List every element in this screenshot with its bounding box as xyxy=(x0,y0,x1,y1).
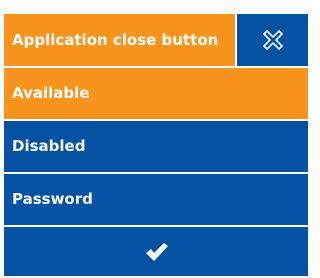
checkmark-icon xyxy=(143,241,169,263)
close-button[interactable] xyxy=(237,14,308,66)
option-label: Disabled xyxy=(12,137,86,155)
option-label: Password xyxy=(12,190,93,208)
header-bar: Application close button xyxy=(4,14,308,66)
close-icon xyxy=(261,28,285,52)
option-disabled[interactable]: Disabled xyxy=(4,121,308,172)
option-password[interactable]: Password xyxy=(4,174,308,225)
settings-panel: Application close button Available Disab… xyxy=(4,14,308,276)
option-label: Available xyxy=(12,84,90,102)
confirm-button[interactable] xyxy=(4,227,308,276)
option-available[interactable]: Available xyxy=(4,68,308,119)
page-title: Application close button xyxy=(4,14,235,66)
